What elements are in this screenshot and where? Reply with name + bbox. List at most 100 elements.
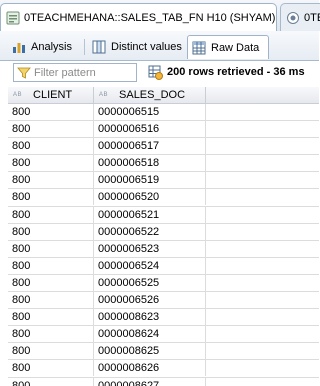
table-row[interactable]: 800 0000006518 (8, 155, 319, 173)
cell-sales-doc[interactable]: 0000006522 (94, 223, 206, 240)
string-type-icon: AB (99, 92, 109, 98)
cell-empty (206, 275, 319, 291)
cell-sales-doc[interactable]: 0000006520 (94, 189, 206, 206)
filter-pattern-input[interactable] (34, 66, 134, 79)
table-row[interactable]: 800 0000006524 (8, 257, 319, 275)
cell-client[interactable]: 800 (8, 189, 94, 206)
table-body: 800 0000006515 800 0000006516 800 0000006517 8… (8, 104, 319, 386)
table-row[interactable]: 800 0000008626 (8, 360, 319, 378)
table-row[interactable]: 800 0000006523 (8, 240, 319, 258)
column-header-label: SALES_DOC (119, 89, 186, 101)
rows-retrieved-status: 200 rows retrieved - 36 ms (147, 64, 305, 80)
string-type-icon: AB (13, 92, 23, 98)
cell-sales-doc[interactable]: 0000006525 (94, 274, 206, 291)
cell-sales-doc[interactable]: 0000006523 (94, 240, 206, 257)
cell-sales-doc[interactable]: 0000006515 (94, 104, 206, 120)
cell-sales-doc[interactable]: 0000008624 (94, 326, 206, 343)
filter-box[interactable] (13, 63, 137, 82)
distinct-values-icon (92, 40, 106, 54)
table-row[interactable]: 800 0000006519 (8, 172, 319, 190)
sql-console-icon (6, 11, 20, 24)
editor-tab-label: 0TE (304, 11, 320, 24)
cell-sales-doc[interactable]: 0000006517 (94, 138, 206, 155)
results-table: AB CLIENT AB SALES_DOC 800 0000006515 800 0… (8, 87, 319, 386)
tab-separator (84, 39, 85, 55)
cell-empty (206, 121, 319, 137)
table-row[interactable]: 800 0000006517 (8, 138, 319, 156)
editor-tab-sales-tab-fn[interactable]: 0TEACHMEHANA::SALES_TAB_FN H10 (SHYAM) (0, 3, 277, 31)
cell-sales-doc[interactable]: 0000008626 (94, 360, 206, 377)
bar-chart-icon (13, 43, 25, 53)
column-header-client[interactable]: AB CLIENT (8, 87, 94, 103)
cell-client[interactable]: 800 (8, 223, 94, 240)
cell-empty (206, 360, 319, 376)
cell-client[interactable]: 800 (8, 138, 94, 155)
tab-distinct-values[interactable]: Distinct values (88, 35, 188, 59)
cell-empty (206, 343, 319, 359)
cell-client[interactable]: 800 (8, 121, 94, 138)
cell-empty (206, 104, 319, 120)
table-row[interactable]: 800 0000006521 (8, 206, 319, 224)
cell-client[interactable]: 800 (8, 274, 94, 291)
table-row[interactable]: 800 0000006515 (8, 104, 319, 122)
editor-tab-strip: 0TEACHMEHANA::SALES_TAB_FN H10 (SHYAM) 0… (0, 0, 320, 32)
cell-client[interactable]: 800 (8, 104, 94, 120)
column-header-sales-doc[interactable]: AB SALES_DOC (94, 87, 206, 103)
table-row[interactable]: 800 0000006522 (8, 223, 319, 241)
tab-analysis[interactable]: Analysis (8, 35, 78, 59)
cell-empty (206, 224, 319, 240)
cell-client[interactable]: 800 (8, 172, 94, 189)
cell-sales-doc[interactable]: 0000006519 (94, 172, 206, 189)
editor-tab-second[interactable]: 0TE (280, 3, 320, 31)
tab-analysis-label: Analysis (31, 41, 72, 53)
cell-client[interactable]: 800 (8, 292, 94, 309)
cell-sales-doc[interactable]: 0000006518 (94, 155, 206, 172)
cell-client[interactable]: 800 (8, 343, 94, 360)
filter-funnel-icon (17, 67, 31, 79)
table-row[interactable]: 800 0000006525 (8, 274, 319, 293)
cell-empty (206, 378, 319, 386)
cell-empty (206, 207, 319, 223)
cell-sales-doc[interactable]: 0000006524 (94, 257, 206, 274)
column-header-empty (206, 87, 319, 103)
cell-sales-doc[interactable]: 0000008623 (94, 309, 206, 326)
cell-sales-doc[interactable]: 0000008627 (94, 377, 206, 386)
cell-client[interactable]: 800 (8, 155, 94, 172)
table-row[interactable]: 800 0000008623 (8, 309, 319, 327)
cell-sales-doc[interactable]: 0000006516 (94, 121, 206, 138)
cell-empty (206, 241, 319, 257)
cell-client[interactable]: 800 (8, 377, 94, 386)
cell-empty (206, 292, 319, 308)
cell-empty (206, 326, 319, 342)
cell-client[interactable]: 800 (8, 309, 94, 326)
cell-client[interactable]: 800 (8, 360, 94, 377)
data-preview-icon (287, 11, 299, 24)
cell-empty (206, 155, 319, 171)
status-text: 200 rows retrieved - 36 ms (167, 66, 305, 78)
table-row[interactable]: 800 0000008625 (8, 343, 319, 361)
table-row[interactable]: 800 0000006526 (8, 292, 319, 310)
cell-empty (206, 258, 319, 274)
cell-sales-doc[interactable]: 0000006521 (94, 206, 206, 223)
cell-client[interactable]: 800 (8, 240, 94, 257)
table-row[interactable]: 800 0000008624 (8, 326, 319, 344)
tab-distinct-values-label: Distinct values (111, 41, 182, 53)
cell-client[interactable]: 800 (8, 257, 94, 274)
tab-raw-data-label: Raw Data (211, 41, 260, 54)
cell-empty (206, 138, 319, 154)
cell-client[interactable]: 800 (8, 326, 94, 343)
cell-sales-doc[interactable]: 0000008625 (94, 343, 206, 360)
table-row[interactable]: 800 0000006516 (8, 121, 319, 139)
raw-data-toolbar: 200 rows retrieved - 36 ms (0, 61, 319, 87)
cell-sales-doc[interactable]: 0000006526 (94, 292, 206, 309)
editor-tab-label: 0TEACHMEHANA::SALES_TAB_FN H10 (SHYAM) (24, 11, 276, 24)
table-row[interactable]: 800 0000006520 (8, 189, 319, 207)
tab-raw-data[interactable]: Raw Data (187, 35, 269, 59)
refresh-rows-icon[interactable] (147, 64, 163, 80)
column-header-label: CLIENT (33, 89, 73, 101)
cell-empty (206, 189, 319, 205)
view-tab-bar: Analysis Distinct values Raw Data (0, 31, 319, 61)
cell-client[interactable]: 800 (8, 206, 94, 223)
table-header: AB CLIENT AB SALES_DOC (8, 87, 319, 104)
table-row[interactable]: 800 0000008627 (8, 377, 319, 386)
